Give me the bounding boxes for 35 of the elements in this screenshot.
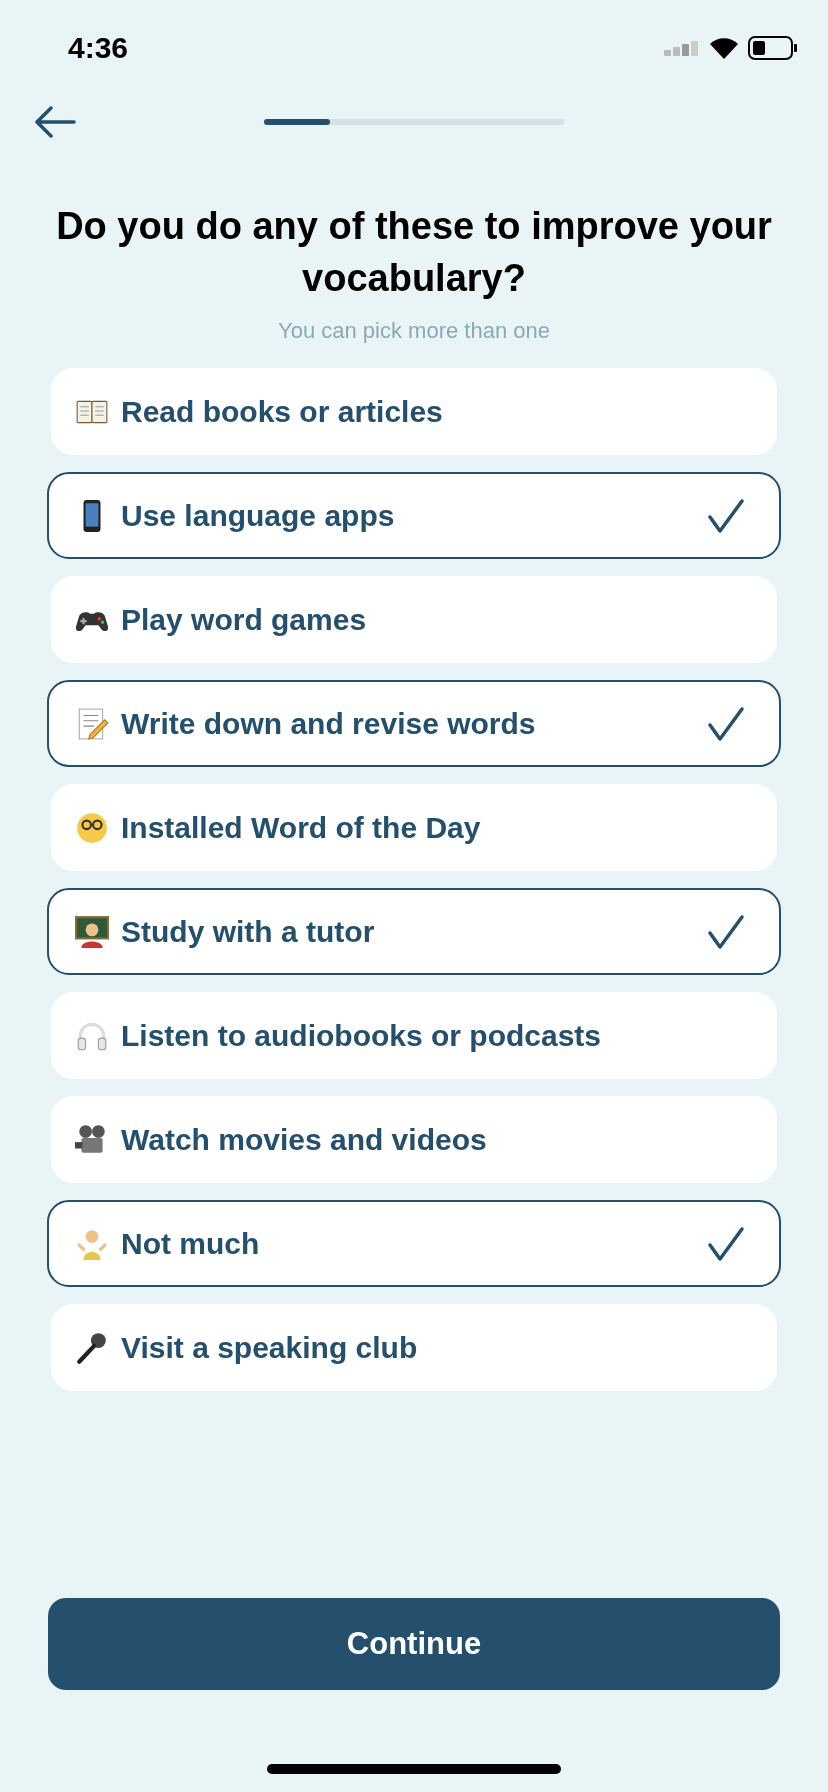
option-item[interactable]: Play word games — [51, 576, 777, 663]
option-label: Watch movies and videos — [121, 1122, 488, 1157]
option-item[interactable]: Read books or articles — [51, 368, 777, 455]
microphone-icon — [75, 1330, 109, 1365]
status-time: 4:36 — [68, 31, 129, 65]
option-label: Listen to audiobooks or podcasts — [121, 1018, 603, 1053]
teacher-board-icon — [75, 914, 109, 949]
option-label: Play word games — [121, 602, 368, 637]
checkmark-icon — [707, 497, 745, 534]
option-item[interactable]: Not much — [47, 1200, 781, 1287]
option-item[interactable]: Visit a speaking club — [51, 1304, 777, 1391]
option-label: Read books or articles — [121, 394, 444, 429]
continue-button[interactable]: Continue — [48, 1598, 780, 1690]
hint-text: You can pick more than one — [277, 318, 551, 344]
wifi-icon — [710, 37, 738, 59]
back-arrow-icon[interactable] — [34, 106, 76, 138]
question-title: Do you do any of these to improve your vocabulary? — [55, 204, 773, 301]
option-item[interactable]: Listen to audiobooks or podcasts — [51, 992, 777, 1079]
glasses-face-icon — [75, 810, 109, 845]
checkmark-icon — [707, 705, 745, 742]
option-label: Installed Word of the Day — [121, 810, 482, 845]
option-label: Not much — [121, 1226, 261, 1261]
option-item[interactable]: Use language apps — [47, 472, 781, 559]
option-item[interactable]: Installed Word of the Day — [51, 784, 777, 871]
battery-icon — [748, 36, 798, 60]
option-item[interactable]: Watch movies and videos — [51, 1096, 777, 1183]
signal-icon — [664, 40, 700, 56]
option-item[interactable]: Study with a tutor — [47, 888, 781, 975]
option-label: Write down and revise words — [121, 706, 537, 741]
checkmark-icon — [707, 913, 745, 950]
option-label: Use language apps — [121, 498, 396, 533]
checkmark-icon — [707, 1225, 745, 1262]
option-label: Study with a tutor — [121, 914, 376, 949]
option-item[interactable]: Write down and revise words — [47, 680, 781, 767]
option-label: Visit a speaking club — [121, 1330, 419, 1365]
